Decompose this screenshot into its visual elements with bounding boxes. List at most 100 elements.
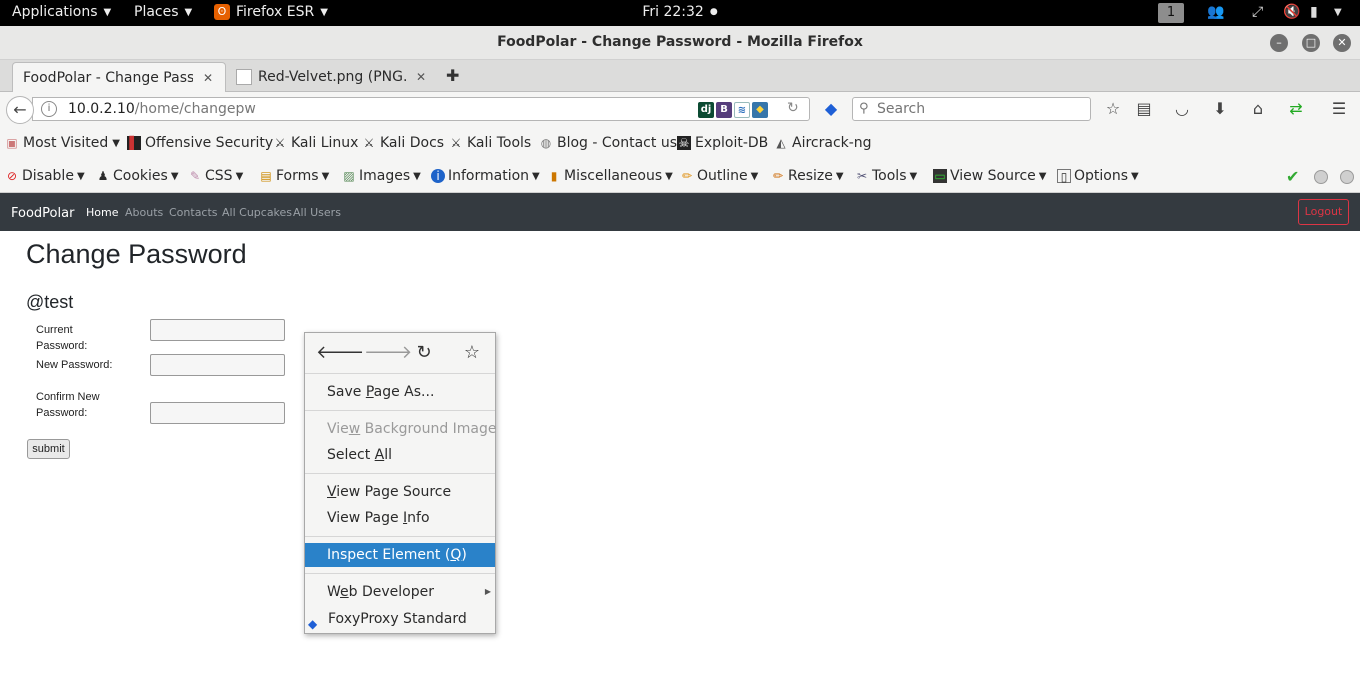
jquery-icon[interactable]: ≋ [734,102,750,118]
menu-select-all[interactable]: Select All [305,443,495,467]
submit-button[interactable]: submit [27,439,70,459]
css-errors-icon[interactable] [1314,170,1328,184]
menu-foxyproxy-standard[interactable]: FoxyProxy Standard ◆ [305,607,495,631]
hamburger-menu-icon[interactable]: ☰ [1329,99,1349,119]
bookmarks-toolbar: ▣ Most Visited ▼ ▌ Offensive Security ⚔ Kali… [0,126,1360,162]
reload-icon[interactable]: ↻ [787,100,799,116]
tab-red-velvet[interactable]: Red-Velvet.png (PNG... ✕ [226,62,436,92]
current-password-input[interactable] [150,319,285,341]
workspace-indicator[interactable]: 1 [1158,3,1184,23]
search-input[interactable] [877,100,1077,118]
confirm-password-label: Confirm New Password: [36,391,100,419]
wd-outline-menu[interactable]: ✏ Outline ▼ [680,168,758,184]
bootstrap-icon[interactable]: B [716,102,732,118]
maximize-icon[interactable]: □ [1302,34,1320,52]
wd-label: CSS [205,168,233,184]
python-icon[interactable]: ◆ [752,102,768,118]
nav-all-cupcakes[interactable]: All Cupcakes [222,206,292,219]
home-icon[interactable]: ⌂ [1248,99,1268,119]
wd-tools-menu[interactable]: ✂ Tools ▼ [855,168,917,184]
bookmark-blog-contact[interactable]: ◍ Blog - Contact us [539,135,677,151]
bookmark-exploit-db[interactable]: ☠ Exploit-DB [677,135,768,151]
menu-save-page-as[interactable]: Save Page As... [305,380,495,404]
search-bar[interactable]: ⚲ [852,97,1091,121]
caret-down-icon: ▼ [532,170,540,182]
menu-separator [305,573,495,574]
caret-down-icon: ▼ [1038,170,1047,182]
people-icon[interactable]: 👥 [1207,4,1224,20]
wd-cookies-menu[interactable]: ♟ Cookies ▼ [96,168,179,184]
tamper-data-icon[interactable]: ⇄ [1286,99,1306,119]
bookmark-most-visited[interactable]: ▣ Most Visited ▼ [5,135,120,151]
wd-information-menu[interactable]: i Information ▼ [431,168,540,184]
pocket-icon[interactable]: ◡ [1172,99,1192,119]
tab-foodpolar[interactable]: FoodPolar - Change Pass... ✕ [12,62,226,92]
close-tab-icon[interactable]: ✕ [416,70,426,84]
site-navbar: FoodPolar Home Abouts Contacts All Cupca… [0,193,1360,231]
downloads-icon[interactable]: ⬇ [1210,99,1230,119]
info-icon[interactable]: i [41,101,57,117]
close-tab-icon[interactable]: ✕ [203,71,213,85]
nav-abouts[interactable]: Abouts [125,206,163,219]
forward-arrow-icon[interactable]: 🡒 [364,341,412,365]
wd-options-menu[interactable]: ▯ Options ▼ [1057,168,1139,184]
confirm-password-input[interactable] [150,402,285,424]
url-text[interactable]: 10.0.2.10/home/changepw [68,101,256,117]
site-brand[interactable]: FoodPolar [11,206,74,221]
cookies-icon: ♟ [97,169,109,183]
wd-disable-menu[interactable]: ⊘ Disable ▼ [5,168,85,184]
tab-bar: FoodPolar - Change Pass... ✕ Red-Velvet.… [0,60,1360,92]
new-tab-icon[interactable]: ✚ [446,66,459,85]
reload-icon[interactable]: ↻ [412,341,436,365]
menu-item-label: Save Page As... [327,384,435,400]
js-errors-icon[interactable] [1340,170,1354,184]
foxyproxy-icon[interactable]: ◆ [821,99,841,119]
bookmark-kali-tools[interactable]: ⚔ Kali Tools [449,135,532,151]
back-arrow-icon[interactable]: 🡐 [316,341,364,365]
menu-inspect-element[interactable]: Inspect Element (Q) [305,543,495,567]
caret-down-icon: ▼ [1131,170,1139,182]
wd-view-source-menu[interactable]: ▭ View Source ▼ [933,168,1046,184]
battery-icon[interactable]: ▮ [1310,4,1318,20]
back-button[interactable]: ← [6,96,34,124]
nav-contacts[interactable]: Contacts [169,206,218,219]
nav-home[interactable]: Home [86,206,118,219]
logout-button[interactable]: Logout [1298,199,1349,225]
library-icon[interactable]: ▤ [1134,99,1154,119]
bookmark-kali-docs[interactable]: ⚔ Kali Docs [362,135,444,151]
bookmark-kali-linux[interactable]: ⚔ Kali Linux [273,135,359,151]
bookmark-aircrack-ng[interactable]: ◭ Aircrack-ng [774,135,871,151]
wd-images-menu[interactable]: ▨ Images ▼ [342,168,421,184]
clock[interactable]: Fri 22:32 ● [0,4,1360,20]
menu-web-developer[interactable]: Web Developer ▶ [305,580,495,604]
wd-forms-menu[interactable]: ▤ Forms ▼ [259,168,329,184]
menu-view-page-info[interactable]: View Page Info [305,506,495,530]
bookmark-star-icon[interactable]: ☆ [460,341,484,365]
wd-label: Tools [872,168,907,184]
wd-css-menu[interactable]: ✎ CSS ▼ [188,168,243,184]
search-icon: ⚲ [859,101,869,116]
new-password-input[interactable] [150,354,285,376]
offsec-icon: ▌ [127,136,141,150]
network-icon[interactable]: ⤢ [1252,4,1263,20]
caret-down-icon: ▼ [413,170,421,182]
menu-view-background-image[interactable]: View Background Image [305,417,497,441]
images-icon: ▨ [343,169,355,183]
caret-down-icon: ▼ [76,170,85,182]
nav-all-users[interactable]: All Users [293,206,341,219]
system-menu-caret-icon[interactable]: ▼ [1334,7,1342,18]
mute-icon[interactable]: 🔇 [1283,4,1300,20]
wd-label: Cookies [113,168,168,184]
menu-view-page-source[interactable]: View Page Source [305,480,495,504]
django-icon[interactable]: dj [698,102,714,118]
checkmark-icon[interactable]: ✔ [1286,167,1299,186]
minimize-icon[interactable]: – [1270,34,1288,52]
url-host: 10.0.2.10 [68,101,135,117]
wd-miscellaneous-menu[interactable]: ▮ Miscellaneous ▼ [547,168,673,184]
page-title: Change Password [26,239,247,269]
close-window-icon[interactable]: ✕ [1333,34,1351,52]
wd-resize-menu[interactable]: ✏ Resize ▼ [771,168,844,184]
bookmark-star-icon[interactable]: ☆ [1103,99,1123,119]
url-bar[interactable]: i 10.0.2.10/home/changepw dj B ≋ ◆ ↻ [32,97,810,121]
bookmark-offensive-security[interactable]: ▌ Offensive Security [127,135,273,151]
